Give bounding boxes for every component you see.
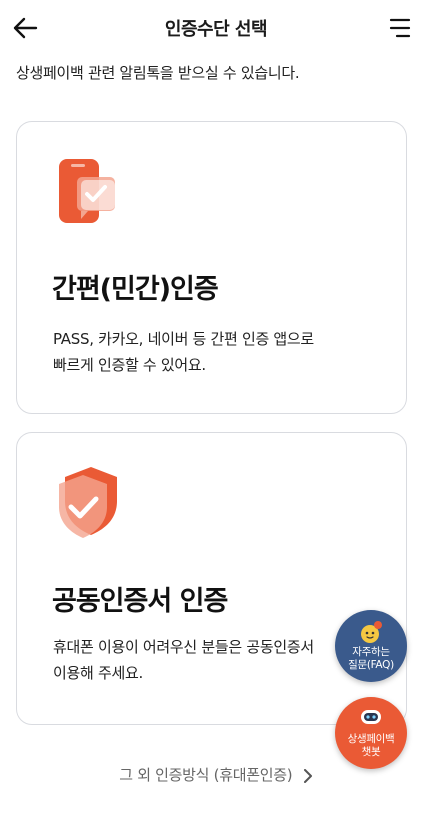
simple-auth-description: PASS, 카카오, 네이버 등 간편 인증 앱으로 빠르게 인증할 수 있어요… — [53, 330, 314, 374]
simple-auth-card[interactable]: 간편(민간)인증 PASS, 카카오, 네이버 등 간편 인증 앱으로 빠르게 … — [16, 121, 407, 414]
page-title: 인증수단 선택 — [164, 19, 268, 40]
other-auth-link-label: 그 외 인증방식 (휴대폰인증) — [119, 766, 293, 784]
robot-icon — [361, 710, 381, 724]
header: 인증수단 선택 — [0, 0, 432, 56]
faq-button[interactable]: 자주하는 질문(FAQ) — [335, 610, 407, 682]
faq-character-icon — [361, 621, 382, 643]
certificate-auth-card[interactable]: 공동인증서 인증 휴대폰 이용이 어려우신 분들은 공동인증서 이용해 주세요. — [16, 432, 407, 725]
phone-check-icon — [57, 157, 121, 227]
notice-text: 상생페이백 관련 알림톡을 받으실 수 있습니다. — [16, 64, 300, 82]
menu-button[interactable] — [388, 16, 412, 40]
faq-button-label: 자주하는 질문(FAQ) — [348, 646, 394, 671]
chevron-right-icon — [303, 768, 312, 783]
simple-auth-title: 간편(민간)인증 — [52, 274, 219, 305]
chatbot-button[interactable]: 상생페이백 챗봇 — [335, 697, 407, 769]
shield-check-icon — [57, 465, 121, 541]
hamburger-menu-icon — [389, 18, 411, 38]
chatbot-button-label: 상생페이백 챗봇 — [347, 733, 395, 758]
certificate-auth-title: 공동인증서 인증 — [52, 586, 228, 617]
